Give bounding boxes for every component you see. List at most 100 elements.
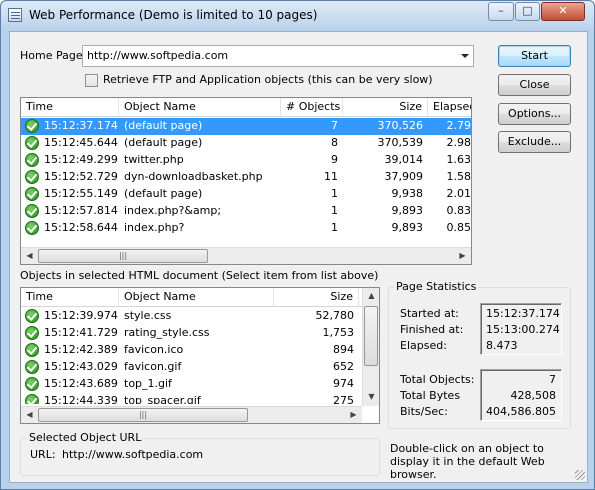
object-row[interactable]: 15:12:43.029 favicon.gif 652 — [21, 359, 363, 376]
col-object-name[interactable]: Object Name — [119, 288, 274, 307]
row-name: top_spacer.gif — [124, 394, 201, 404]
row-time: 15:12:44.339 — [44, 394, 118, 404]
scroll-up-icon[interactable]: ▲ — [363, 288, 379, 305]
scroll-left-icon[interactable]: ◀ — [21, 248, 38, 264]
close-button[interactable]: Close — [498, 74, 571, 96]
exclude-button[interactable]: Exclude... — [498, 131, 571, 153]
check-icon — [25, 377, 39, 391]
finished-value: 15:13:00.274 — [486, 323, 560, 336]
pages-horizontal-scrollbar[interactable]: ◀ ||| ▶ — [21, 247, 471, 264]
page-row[interactable]: 15:12:55.149 (default page) 1 9,938 2.01 — [21, 186, 471, 203]
row-name: favicon.ico — [124, 343, 184, 356]
check-icon — [25, 309, 39, 323]
col-elapsed[interactable]: Elapsed — [428, 98, 471, 117]
object-row[interactable]: 15:12:42.389 favicon.ico 894 — [21, 342, 363, 359]
retrieve-ftp-label: Retrieve FTP and Application objects (th… — [103, 73, 433, 86]
pages-list-header: Time Object Name # Objects Size Elapsed — [21, 98, 471, 117]
home-page-label: Home Page — [20, 49, 83, 62]
scroll-thumb[interactable] — [364, 306, 378, 366]
check-icon — [25, 204, 39, 218]
selected-url-title: Selected Object URL — [27, 431, 144, 444]
total-bytes-value: 428,508 — [510, 389, 557, 402]
page-row[interactable]: 15:12:58.644 index.php? 1 9,893 0.85 — [21, 220, 471, 237]
row-name: (default page) — [124, 136, 203, 149]
row-objects: 9 — [331, 153, 338, 166]
object-row[interactable]: 15:12:44.339 top_spacer.gif 275 — [21, 393, 363, 404]
row-time: 15:12:55.149 — [44, 187, 118, 200]
resize-grip-icon[interactable] — [575, 470, 585, 480]
row-time: 15:12:49.299 — [44, 153, 118, 166]
scroll-left-icon[interactable]: ◀ — [21, 407, 38, 423]
row-size: 370,539 — [377, 136, 424, 149]
objects-list[interactable]: Time Object Name Size 15:12:39.974 style… — [20, 287, 380, 424]
bits-sec-label: Bits/Sec: — [400, 405, 448, 418]
scroll-thumb[interactable]: ||| — [38, 249, 208, 263]
col-time[interactable]: Time — [21, 98, 119, 117]
total-objects-label: Total Objects: — [400, 373, 475, 386]
chevron-down-icon[interactable] — [461, 54, 469, 58]
col-size[interactable]: Size — [274, 288, 359, 307]
total-bytes-label: Total Bytes — [400, 389, 461, 402]
scroll-right-icon[interactable]: ▶ — [345, 407, 362, 423]
row-name: (default page) — [124, 187, 203, 200]
pages-list[interactable]: Time Object Name # Objects Size Elapsed … — [20, 97, 472, 265]
page-row[interactable]: 15:12:45.644 (default page) 8 370,539 2.… — [21, 135, 471, 152]
page-row[interactable]: 15:12:57.814 index.php?&amp; 1 9,893 0.8… — [21, 203, 471, 220]
scroll-down-icon[interactable]: ▼ — [363, 389, 379, 406]
row-time: 15:12:58.644 — [44, 221, 118, 234]
total-objects-value: 7 — [549, 373, 556, 386]
object-row[interactable]: 15:12:43.689 top_1.gif 974 — [21, 376, 363, 393]
row-elapsed: 2.01 — [446, 187, 472, 200]
started-value: 15:12:37.174 — [486, 307, 560, 320]
row-size: 894 — [333, 343, 354, 356]
check-icon — [25, 221, 39, 235]
start-button[interactable]: Start — [498, 45, 571, 67]
maximize-button[interactable]: □ — [515, 2, 540, 21]
row-objects: 1 — [331, 221, 338, 234]
row-elapsed: 1.63 — [446, 153, 472, 166]
page-row[interactable]: 15:12:52.729 dyn-downloadbasket.php 11 3… — [21, 169, 471, 186]
retrieve-ftp-checkbox[interactable] — [85, 74, 98, 87]
check-icon — [25, 187, 39, 201]
row-size: 652 — [333, 360, 354, 373]
row-name: index.php?&amp; — [124, 204, 222, 217]
col-size[interactable]: Size — [343, 98, 428, 117]
object-row[interactable]: 15:12:39.974 style.css 52,780 — [21, 308, 363, 325]
col-objects[interactable]: # Objects — [281, 98, 343, 117]
hint-line-1: Double-click on an object to — [390, 442, 544, 455]
scroll-right-icon[interactable]: ▶ — [454, 248, 471, 264]
row-size: 39,014 — [384, 153, 424, 166]
close-window-button[interactable]: ✕ — [541, 2, 585, 21]
objects-horizontal-scrollbar[interactable]: ◀ ||| ▶ — [21, 406, 362, 423]
row-time: 15:12:45.644 — [44, 136, 118, 149]
row-elapsed: 1.58 — [446, 170, 472, 183]
page-row[interactable]: 15:12:49.299 twitter.php 9 39,014 1.63 — [21, 152, 471, 169]
object-row[interactable]: 15:12:41.729 rating_style.css 1,753 — [21, 325, 363, 342]
scroll-thumb[interactable]: ||| — [38, 408, 248, 422]
minimize-button[interactable]: – — [488, 2, 514, 21]
check-icon — [25, 360, 39, 374]
timing-values-box: 15:12:37.174 15:13:00.274 8.473 — [480, 303, 562, 355]
row-name: rating_style.css — [124, 326, 210, 339]
row-elapsed: 2.98 — [446, 136, 472, 149]
row-time: 15:12:39.974 — [44, 309, 118, 322]
col-time[interactable]: Time — [21, 288, 119, 307]
row-name: twitter.php — [124, 153, 184, 166]
check-icon — [25, 136, 39, 150]
row-objects: 7 — [331, 119, 338, 132]
page-row[interactable]: 15:12:37.174 (default page) 7 370,526 2.… — [21, 118, 471, 135]
objects-vertical-scrollbar[interactable]: ▲ ▼ — [362, 288, 379, 406]
options-button[interactable]: Options... — [498, 103, 571, 125]
home-page-value: http://www.softpedia.com — [87, 49, 229, 62]
title-bar[interactable]: Web Performance (Demo is limited to 10 p… — [1, 1, 594, 29]
col-object-name[interactable]: Object Name — [119, 98, 281, 117]
check-icon — [25, 343, 39, 357]
row-size: 37,909 — [384, 170, 424, 183]
row-elapsed: 0.85 — [446, 221, 472, 234]
row-name: index.php? — [124, 221, 185, 234]
home-page-combo[interactable]: http://www.softpedia.com — [82, 45, 474, 67]
hint-line-2: display it in the default Web — [390, 455, 545, 468]
totals-values-box: 7 428,508 404,586.805 — [480, 369, 562, 421]
row-time: 15:12:52.729 — [44, 170, 118, 183]
row-size: 275 — [333, 394, 354, 404]
